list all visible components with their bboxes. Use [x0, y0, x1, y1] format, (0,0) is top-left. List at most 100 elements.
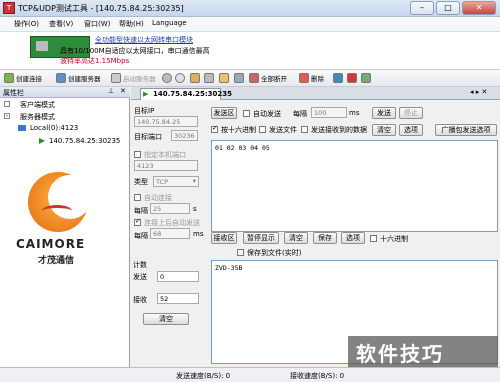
create-connection-button[interactable]: 创建连接	[16, 73, 42, 83]
send-hex-checkbox[interactable]	[211, 124, 218, 133]
send-hex-label: 按十六进制	[221, 126, 256, 134]
send-icon[interactable]	[219, 73, 229, 83]
create-connection-icon	[4, 73, 14, 83]
property-sidebar: 属性栏 ⊥ ✕ 客户端模式 - 服务器模式 Local(0):4123 ▶ 14…	[0, 87, 130, 367]
send-count-field[interactable]: 0	[157, 271, 199, 282]
target-ip-field[interactable]: 140.75.84.25	[134, 116, 198, 127]
disconnect-icon[interactable]	[204, 73, 214, 83]
pin-icon[interactable]: ⊥	[108, 87, 114, 95]
save-to-file-label: 保存到文件(实时)	[247, 249, 302, 257]
type-select[interactable]: TCP ▾	[153, 176, 199, 187]
status-bar: 发送速度(B/S): 0 接收速度(B/S): 0	[0, 367, 500, 382]
chevron-down-icon: ▾	[192, 177, 196, 185]
receive-clear-button[interactable]: 清空	[284, 232, 308, 244]
delete-icon	[299, 73, 309, 83]
menu-view[interactable]: 查看(V)	[49, 19, 73, 29]
send-received-checkbox[interactable]	[301, 126, 308, 133]
title-bar: T TCP&UDP测试工具 - [140.75.84.25:30235] – □…	[0, 0, 500, 17]
sidebar-title: 属性栏	[3, 89, 24, 97]
logo-wave-icon	[42, 205, 72, 217]
exit-icon[interactable]	[361, 73, 371, 83]
send-clear-button[interactable]: 清空	[372, 124, 396, 136]
local-port-label: 指定本机端口	[144, 151, 186, 159]
ad-line3: 波特率高达1.15Mbps	[60, 57, 130, 65]
send-interval-field[interactable]: 100	[311, 107, 347, 118]
sidebar-header: 属性栏 ⊥ ✕	[0, 87, 130, 98]
send-file-checkbox[interactable]	[259, 126, 266, 133]
stop-button[interactable]: 停止	[399, 107, 423, 119]
module-chip-icon	[36, 41, 48, 51]
ad-banner[interactable]: 全功能型快速以太网转串口模块 具有10/100M自适应以太网接口，串口通信最高 …	[0, 32, 500, 70]
receive-save-button[interactable]: 保存	[313, 232, 337, 244]
connection-settings: 目标IP 140.75.84.25 目标端口 30236 指定本机端口 4123…	[133, 102, 207, 366]
receive-options-button[interactable]: 选项	[341, 232, 365, 244]
info-icon[interactable]	[347, 73, 357, 83]
tool-icon[interactable]	[333, 73, 343, 83]
maximize-button[interactable]: □	[436, 1, 460, 15]
close-button[interactable]: ✕	[462, 1, 496, 15]
tree-expander-icon[interactable]	[4, 101, 10, 107]
menu-help[interactable]: 帮助(H)	[119, 19, 144, 29]
ad-line1[interactable]: 全功能型快速以太网转串口模块	[95, 35, 193, 45]
receive-icon[interactable]	[234, 73, 244, 83]
logo-text: CAIMORE	[16, 237, 86, 251]
sidebar-close-icon[interactable]: ✕	[120, 87, 126, 95]
delete-button[interactable]: 删除	[311, 73, 324, 83]
broadcast-options-button[interactable]: 广播包发送选项	[435, 124, 497, 136]
auto-connect-interval-field[interactable]: 25	[150, 203, 190, 214]
tab-connection[interactable]: ▶ 140.75.84.25:30235	[140, 88, 232, 100]
connection-panel: 目标IP 140.75.84.25 目标端口 30236 指定本机端口 4123…	[131, 100, 500, 366]
receive-hex-checkbox[interactable]	[370, 235, 377, 242]
connection-tree: 客户端模式 - 服务器模式 Local(0):4123 ▶ 140.75.84.…	[4, 101, 124, 161]
tree-item-client-mode[interactable]: 客户端模式	[20, 100, 55, 110]
auto-send-interval-field[interactable]: 68	[150, 228, 190, 239]
disconnect-all-button[interactable]: 全部断开	[261, 73, 287, 83]
menu-operate[interactable]: 操作(O)	[14, 19, 39, 29]
disconnect-all-icon	[249, 73, 259, 83]
tree-item-client-connection[interactable]: 140.75.84.25:30235	[49, 137, 120, 145]
start-server-icon	[111, 73, 121, 83]
auto-connect-label: 自动连接	[144, 194, 172, 202]
interval-label-1: 每隔	[134, 207, 148, 215]
connect-icon[interactable]	[190, 73, 200, 83]
start-server-button[interactable]: 启动服务器	[123, 73, 156, 83]
auto-send-on-connect-checkbox[interactable]	[134, 217, 141, 226]
clear-count-button[interactable]: 清空	[143, 313, 189, 325]
tree-item-server-mode[interactable]: 服务器模式	[20, 112, 55, 122]
auto-connect-checkbox[interactable]	[134, 194, 141, 201]
window-title: TCP&UDP测试工具 - [140.75.84.25:30235]	[18, 4, 184, 13]
send-button[interactable]: 发送	[372, 107, 396, 119]
stop-icon[interactable]	[162, 73, 172, 83]
send-count-label: 发送	[133, 273, 147, 281]
watermark-text: 软件技巧	[356, 342, 444, 366]
send-text-area[interactable]: 01 02 03 04 05	[211, 140, 498, 232]
pause-display-button[interactable]: 暂停显示	[243, 232, 279, 244]
send-area: 发送区 自动发送 每隔 100 ms 发送 停止 按十六进制 发送文件 发送接收…	[209, 102, 500, 232]
receive-area-title[interactable]: 接收区	[211, 232, 237, 244]
save-to-file-checkbox[interactable]	[237, 249, 244, 256]
tab-nav-icons[interactable]: ◂ ▸ ✕	[470, 88, 487, 96]
tree-collapse-icon[interactable]: -	[4, 113, 10, 119]
type-select-value: TCP	[156, 178, 169, 186]
send-interval-unit: ms	[349, 109, 360, 117]
local-port-field[interactable]: 4123	[134, 160, 198, 171]
local-port-checkbox[interactable]	[134, 151, 141, 158]
menu-window[interactable]: 窗口(W)	[84, 19, 110, 29]
menu-language[interactable]: Language	[152, 19, 187, 27]
create-server-button[interactable]: 创建服务器	[68, 73, 101, 83]
target-port-field[interactable]: 30236	[171, 130, 198, 141]
send-interval-label: 每隔	[293, 110, 307, 118]
tree-item-local-server[interactable]: Local(0):4123	[30, 124, 78, 132]
close-circle-icon[interactable]	[175, 73, 185, 83]
send-area-title[interactable]: 发送区	[211, 107, 237, 119]
recv-count-field[interactable]: 52	[157, 293, 199, 304]
menu-bar: 操作(O) 查看(V) 窗口(W) 帮助(H) Language	[0, 17, 500, 32]
send-options-button[interactable]: 选项	[399, 124, 423, 136]
recv-count-label: 接收	[133, 296, 147, 304]
recv-speed: 接收速度(B/S): 0	[290, 372, 345, 380]
interval-unit-s: s	[193, 205, 197, 213]
auto-send-checkbox[interactable]	[243, 110, 250, 117]
play-icon: ▶	[39, 136, 46, 145]
minimize-button[interactable]: –	[410, 1, 434, 15]
auto-send-on-connect-label: 连接上后自动发送	[144, 219, 200, 227]
